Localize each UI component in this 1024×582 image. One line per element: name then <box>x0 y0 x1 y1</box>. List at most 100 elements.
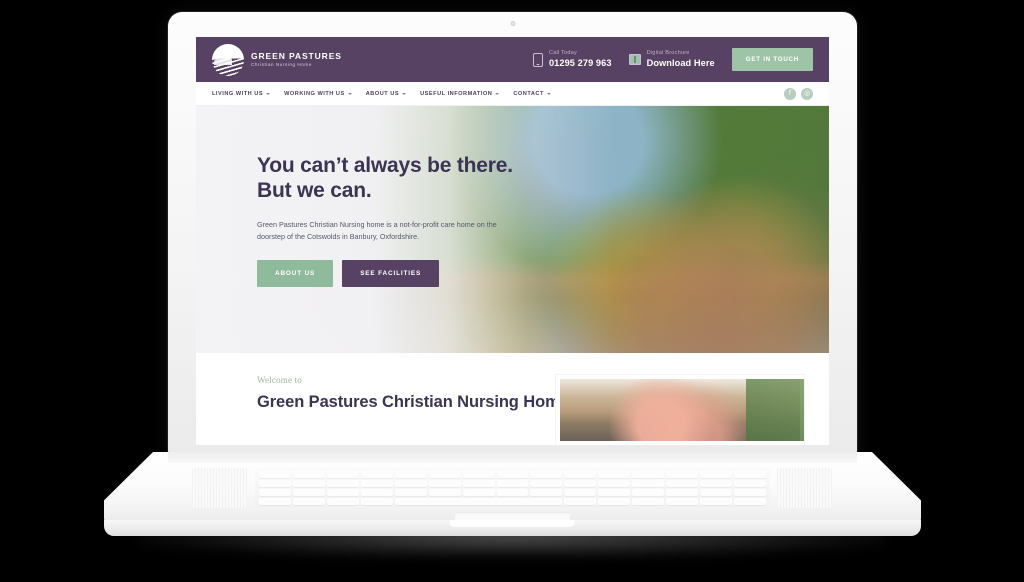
welcome-section: Welcome to Green Pastures Christian Nurs… <box>196 353 829 445</box>
hero-buttons: ABOUT US SEE FACILITIES <box>257 259 526 287</box>
facebook-icon[interactable]: f <box>784 87 796 100</box>
keyboard-row <box>259 480 766 487</box>
hero-content: You can’t always be there. But we can. G… <box>196 106 526 287</box>
key <box>564 498 597 505</box>
key <box>700 489 733 496</box>
key <box>259 489 291 496</box>
key <box>598 480 631 487</box>
speaker-grille-left <box>192 468 247 508</box>
nav-item-contact[interactable]: CONTACT <box>513 91 551 97</box>
key <box>700 471 733 478</box>
laptop-hinge <box>168 452 857 463</box>
key <box>496 471 529 478</box>
key <box>666 489 699 496</box>
key <box>292 471 325 478</box>
key <box>292 489 325 496</box>
key <box>496 489 529 496</box>
key <box>700 480 733 487</box>
key <box>530 480 563 487</box>
brochure-label: Digital Brochure <box>646 50 690 57</box>
key <box>360 489 393 496</box>
key <box>666 480 699 487</box>
key <box>428 471 461 478</box>
key <box>326 498 359 505</box>
key <box>259 480 291 487</box>
phone-text: Call Today 01295 279 963 <box>549 50 612 69</box>
nav-item-about-us[interactable]: ABOUT US <box>366 91 407 97</box>
header-phone[interactable]: Call Today 01295 279 963 <box>532 50 612 69</box>
hero-heading: You can’t always be there. But we can. <box>257 154 526 204</box>
nav-items: LIVING WITH US WORKING WITH US ABOUT US <box>212 91 551 97</box>
key <box>564 489 597 496</box>
key <box>564 471 597 478</box>
key <box>360 498 393 505</box>
webcam-icon <box>510 21 515 26</box>
key <box>394 480 427 487</box>
nav-label: WORKING WITH US <box>284 90 345 97</box>
speaker-grille-right <box>777 468 832 508</box>
nav-item-working-with-us[interactable]: WORKING WITH US <box>284 91 352 97</box>
key <box>632 498 665 505</box>
about-us-button[interactable]: ABOUT US <box>257 259 334 287</box>
key <box>598 471 631 478</box>
key <box>428 489 461 496</box>
brochure-link: Download Here <box>646 58 715 69</box>
key <box>530 471 563 478</box>
hero-paragraph: Green Pastures Christian Nursing home is… <box>257 219 497 242</box>
brochure-text: Digital Brochure Download Here <box>647 50 715 69</box>
key <box>632 480 665 487</box>
nav-label: USEFUL INFORMATION <box>420 90 493 97</box>
key <box>360 480 393 487</box>
phone-number: 01295 279 963 <box>548 58 612 69</box>
key <box>326 471 359 478</box>
circular-landscape-logo-icon <box>212 43 244 76</box>
header-right: Call Today 01295 279 963 Digital Brochur… <box>532 48 813 71</box>
key <box>734 471 766 478</box>
chevron-down-icon <box>495 92 500 95</box>
hero-section: You can’t always be there. But we can. G… <box>196 106 829 353</box>
key <box>292 498 325 505</box>
phone-label: Call Today <box>548 50 577 57</box>
key <box>326 480 359 487</box>
brand-tagline: Christian Nursing Home <box>251 61 312 67</box>
keyboard-row <box>259 471 766 478</box>
laptop-lid: GREEN PASTURES Christian Nursing Home Ca… <box>168 12 857 454</box>
instagram-icon[interactable]: ◎ <box>801 87 813 100</box>
get-in-touch-button[interactable]: GET IN TOUCH <box>731 48 813 71</box>
nav-label: LIVING WITH US <box>212 90 264 97</box>
brand-text: GREEN PASTURES Christian Nursing Home <box>251 50 342 68</box>
scene: GREEN PASTURES Christian Nursing Home Ca… <box>0 0 1024 582</box>
key <box>496 480 529 487</box>
header-brochure[interactable]: Digital Brochure Download Here <box>628 50 715 69</box>
key <box>259 498 291 505</box>
nav-item-useful-information[interactable]: USEFUL INFORMATION <box>420 90 500 97</box>
hero-heading-line1: You can’t always be there. <box>257 154 513 177</box>
brand-logo[interactable]: GREEN PASTURES Christian Nursing Home <box>212 43 342 76</box>
spacebar-key <box>394 498 563 505</box>
chevron-down-icon <box>402 92 407 95</box>
see-facilities-button[interactable]: SEE FACILITIES <box>342 259 440 287</box>
key <box>734 498 766 505</box>
key <box>292 480 325 487</box>
nav-item-living-with-us[interactable]: LIVING WITH US <box>212 90 271 97</box>
site-header: GREEN PASTURES Christian Nursing Home Ca… <box>196 37 829 82</box>
main-navigation: LIVING WITH US WORKING WITH US ABOUT US <box>196 82 829 106</box>
laptop-screen: GREEN PASTURES Christian Nursing Home Ca… <box>196 37 829 445</box>
book-icon <box>628 54 641 65</box>
key <box>428 480 461 487</box>
keyboard-row <box>259 498 766 505</box>
laptop-keyboard[interactable] <box>255 468 770 508</box>
key <box>632 489 665 496</box>
hero-heading-line2: But we can. <box>257 178 372 202</box>
key <box>360 471 393 478</box>
key <box>734 480 766 487</box>
chevron-down-icon <box>266 92 271 95</box>
brand-name: GREEN PASTURES <box>251 50 342 61</box>
key <box>598 489 631 496</box>
key <box>700 498 733 505</box>
website-viewport: GREEN PASTURES Christian Nursing Home Ca… <box>196 37 829 445</box>
keyboard-row <box>259 489 766 496</box>
mobile-phone-icon <box>532 52 543 67</box>
nav-label: CONTACT <box>513 90 544 97</box>
key <box>462 480 495 487</box>
